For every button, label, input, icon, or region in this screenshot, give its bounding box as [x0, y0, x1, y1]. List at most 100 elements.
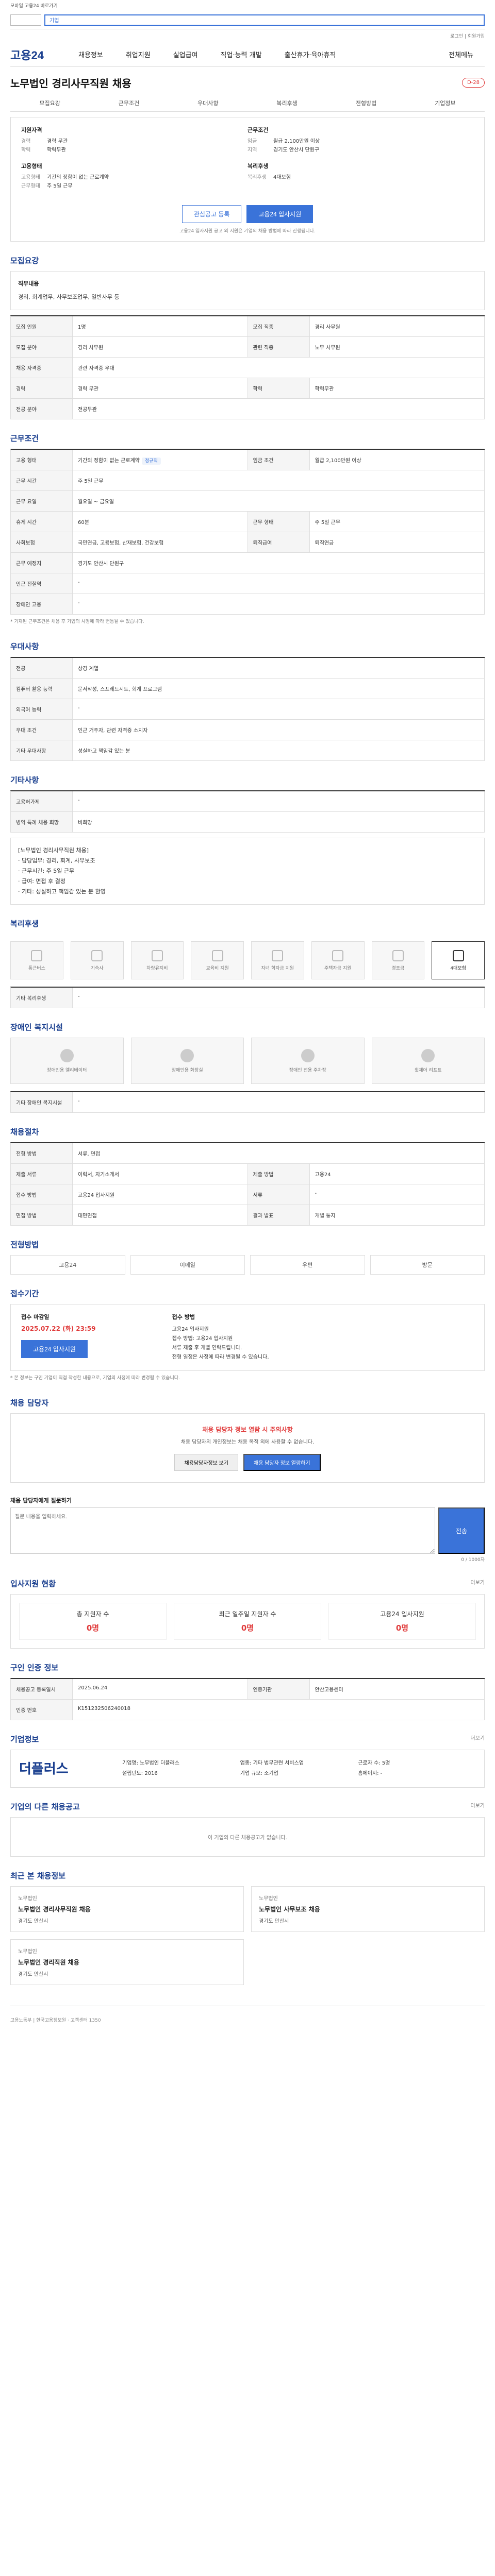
employment-tag: 정규직	[141, 457, 161, 465]
row-value: 고용24 입사지원	[73, 1184, 248, 1205]
nav-item[interactable]: 직업·능력 개발	[209, 49, 273, 59]
more-link[interactable]: 더보기	[470, 1801, 485, 1809]
stat-value: 0명	[395, 1623, 409, 1633]
open-manager-button[interactable]: 채용 담당자 정보 열람하기	[243, 1454, 321, 1471]
job-desc-box: 직무내용 경리, 회계업무, 사무보조업무, 일반사무 등	[10, 271, 485, 310]
company-box: 더플러스 기업명: 노무법인 더플러스 업종: 기타 법무관련 서비스업 근로자…	[10, 1750, 485, 1788]
kv-key: 임금	[248, 139, 257, 144]
job-card[interactable]: 노무법인 노무법인 경리직원 채용 경기도 안산시	[10, 1939, 244, 1985]
view-manager-button[interactable]: 채용담당자정보 보기	[174, 1454, 239, 1471]
job-desc-title: 직무내용	[18, 280, 39, 287]
top-note[interactable]: 모바일 고용24 바로가기	[10, 0, 485, 11]
row-value: 기간의 정함이 없는 근로계약 정규직	[73, 450, 248, 470]
apply-method-section: 전형방법 고용24 이메일 우편 방문	[10, 1239, 485, 1275]
row-head: 고용허가제	[11, 791, 73, 811]
row-value: 서류, 면접	[73, 1143, 485, 1163]
nav-all-menu[interactable]: 전체메뉴	[437, 49, 485, 59]
period-apply-button[interactable]: 고용24 입사지원	[21, 1340, 88, 1358]
stat-label: 고용24 입사지원	[380, 1611, 424, 1618]
search-bar: 기업	[10, 11, 485, 29]
apply-method-item: 이메일	[130, 1255, 245, 1275]
row-value: -	[73, 791, 485, 811]
kv-value: 학력무관	[47, 147, 66, 153]
section-title: 기타사항	[10, 775, 39, 785]
search-category-select[interactable]	[10, 14, 41, 26]
nav-item[interactable]: 실업급여	[162, 49, 209, 59]
preference-table: 전공 상경 계열 컴퓨터 활용 능력 문서작성, 스프레드시트, 회계 프로그램 외…	[10, 657, 485, 761]
table-row: 근무 예정지 경기도 안산시 단원구	[11, 553, 485, 573]
recent-section: 최근 본 채용정보 노무법인 노무법인 경리사무직원 채용 경기도 안산시 노무법인…	[10, 1870, 485, 1985]
job-card[interactable]: 노무법인 노무법인 경리사무직원 채용 경기도 안산시	[10, 1886, 244, 1932]
row-value: 고용24	[310, 1164, 485, 1184]
row-value: 비희망	[73, 812, 485, 832]
company-line: 업종: 기타 법무관련 서비스업	[240, 1760, 304, 1766]
site-logo[interactable]: 고용24	[10, 46, 67, 63]
row-head: 기타 복리후생	[11, 988, 73, 1008]
row-value: 전공무관	[73, 399, 485, 419]
section-title-text: 입사지원 현황	[10, 1579, 56, 1588]
table-row: 모집 분야 경리 사무원 관련 직종 노무 사무원	[11, 337, 485, 358]
job-desc: 경리, 회계업무, 사무보조업무, 일반사무 등	[18, 294, 120, 300]
kv-key: 학력	[21, 147, 31, 153]
row-head: 모집 분야	[11, 337, 73, 357]
summary-label: 복리후생	[248, 163, 269, 170]
apply-button[interactable]: 고용24 입사지원	[246, 205, 314, 223]
recruit-section: 모집요강 직무내용 경리, 회계업무, 사무보조업무, 일반사무 등 모집 인원…	[10, 255, 485, 419]
apply-method-list: 고용24 이메일 우편 방문	[10, 1255, 485, 1275]
table-row: 휴게 시간 60분 근무 형태 주 5일 근무	[11, 512, 485, 532]
question-input[interactable]	[10, 1507, 435, 1554]
row-value: 퇴직연금	[310, 532, 485, 552]
deadline-label: 접수 마감일	[21, 1314, 50, 1320]
row-head: 인증 번호	[11, 1700, 73, 1720]
nav-item[interactable]: 출산휴가·육아휴직	[273, 49, 348, 59]
row-value: 경리 사무원	[310, 316, 485, 336]
row-value: -	[73, 594, 485, 614]
stat-label: 총 지원자 수	[76, 1611, 109, 1618]
section-title: 입사지원 현황 더보기	[10, 1578, 485, 1589]
disability-item: 장애인용 엘리베이터	[10, 1038, 124, 1084]
search-input[interactable]: 기업	[44, 14, 485, 26]
welfare-item: 기숙사	[70, 941, 124, 979]
nav-item[interactable]: 채용정보	[67, 49, 114, 59]
disability-label: 휠체어 리프트	[414, 1067, 442, 1073]
tab-conditions[interactable]: 근무조건	[89, 99, 168, 107]
company-logo: 더플러스	[19, 1761, 69, 1776]
stat-value: 0명	[86, 1623, 100, 1633]
method-value: 고용24 입사지원	[172, 1327, 209, 1332]
job-card[interactable]: 노무법인 노무법인 사무보조 채용 경기도 안산시	[251, 1886, 485, 1932]
stat-label: 최근 일주일 지원자 수	[219, 1611, 276, 1618]
nav-item[interactable]: 취업지원	[114, 49, 162, 59]
tab-process[interactable]: 전형방법	[326, 99, 405, 107]
dorm-icon	[91, 950, 103, 961]
more-link[interactable]: 더보기	[470, 1578, 485, 1586]
table-row: 접수 방법 고용24 입사지원 서류 -	[11, 1184, 485, 1205]
row-head: 근무 형태	[248, 512, 310, 532]
etc-section: 기타사항 고용허가제 - 병역 특례 채용 희망 비희망 [노무법인 경리사무직원 …	[10, 774, 485, 905]
row-head: 퇴직급여	[248, 532, 310, 552]
send-button[interactable]: 전송	[438, 1507, 485, 1554]
welfare-item: 주택자금 지원	[311, 941, 365, 979]
tab-recruit[interactable]: 모집요강	[10, 99, 89, 107]
disability-label: 장애인용 엘리베이터	[47, 1067, 87, 1073]
tab-company[interactable]: 기업정보	[406, 99, 485, 107]
welfare-item: 경조금	[371, 941, 425, 979]
util-links[interactable]: 로그인 | 회원가입	[10, 29, 485, 42]
welfare-label: 4대보험	[450, 965, 466, 971]
row-value: 1명	[73, 316, 248, 336]
table-row: 기타 복리후생 -	[11, 988, 485, 1008]
scrap-button[interactable]: 관심공고 등록	[182, 205, 242, 223]
table-row: 사회보험 국민연금, 고용보험, 산재보험, 건강보험 퇴직급여 퇴직연금	[11, 532, 485, 553]
table-row: 전공 상경 계열	[11, 658, 485, 679]
summary-label: 근무조건	[248, 127, 269, 133]
tab-welfare[interactable]: 복리후생	[248, 99, 326, 107]
more-link[interactable]: 더보기	[470, 1734, 485, 1741]
row-head: 고용 형태	[11, 450, 73, 470]
card-location: 경기도 안산시	[18, 1972, 48, 1977]
card-company: 노무법인	[18, 1949, 37, 1955]
row-value: 관련 자격증 우대	[73, 358, 485, 378]
tab-preference[interactable]: 우대사항	[169, 99, 248, 107]
period-box: 접수 마감일 2025.07.22 (화) 23:59 고용24 입사지원 접수…	[10, 1304, 485, 1371]
method-label: 접수 방법	[172, 1314, 195, 1320]
company-line: 기업 규모: 소기업	[240, 1771, 278, 1776]
cert-section: 구인 인증 정보 채용공고 등록일시 2025.06.24 인증기관 안산고용센터 인…	[10, 1662, 485, 1720]
